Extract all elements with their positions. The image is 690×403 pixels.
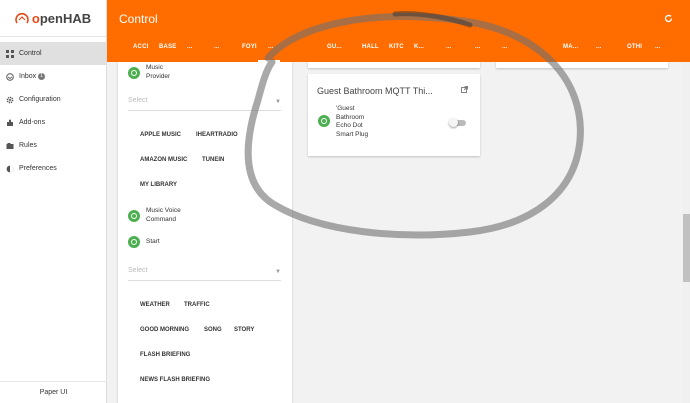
option-chip[interactable]: FLASH BRIEFING (140, 352, 190, 358)
tab-room[interactable]: FOYI (242, 44, 257, 50)
gear-icon (5, 95, 14, 104)
option-chip[interactable]: TRAFFIC (184, 302, 210, 308)
select-placeholder: Select (128, 267, 148, 274)
rules-icon (5, 141, 14, 150)
smart-plug-row: 'Guest Bathroom Echo Dot Smart Plug (318, 105, 376, 139)
item-label: 'Guest Bathroom Echo Dot Smart Plug (336, 105, 369, 138)
sidebar: openHAB Control Inbox 1 Configuration Ad… (0, 0, 107, 403)
dropdown-caret-icon: ▼ (275, 99, 281, 105)
option-chip[interactable]: GOOD MORNING (140, 327, 189, 333)
tab-room[interactable]: ... (187, 44, 193, 50)
switch-on-icon[interactable] (128, 67, 140, 79)
app-header: Control ACCI BASE ... ... FOYI ... GU...… (107, 0, 690, 62)
scrollbar-thumb[interactable] (683, 214, 690, 282)
room-tabs: ACCI BASE ... ... FOYI ... GU... HALL KI… (107, 34, 690, 62)
grid-icon (5, 49, 14, 58)
tab-room[interactable]: BASE (159, 44, 176, 50)
app-window: openHAB Control Inbox 1 Configuration Ad… (0, 0, 690, 403)
sidebar-item-label: Configuration (19, 96, 61, 103)
brand-name: openHAB (31, 10, 92, 26)
option-chip[interactable]: MY LIBRARY (140, 182, 177, 188)
option-chip[interactable]: TUNEIN (202, 157, 224, 163)
tab-room[interactable]: ... (475, 44, 481, 50)
dropdown-caret-icon: ▼ (275, 269, 281, 275)
option-chip[interactable]: STORY (234, 327, 254, 333)
sidebar-item-preferences[interactable]: Preferences (0, 157, 106, 180)
voice-command-select[interactable]: Select ▼ (128, 267, 281, 281)
tab-room[interactable]: HALL (362, 44, 379, 50)
refresh-icon[interactable] (664, 14, 673, 26)
inbox-icon (5, 72, 14, 81)
thing-card-partial (496, 62, 668, 68)
sidebar-item-label: Control (19, 50, 42, 57)
tab-room[interactable]: ... (596, 44, 602, 50)
option-chip[interactable]: APPLE MUSIC (140, 132, 181, 138)
sidebar-item-inbox[interactable]: Inbox 1 (0, 65, 106, 88)
tab-room[interactable]: ACCI (133, 44, 148, 50)
control-content: Music Provider Select ▼ APPLE MUSIC IHEA… (107, 62, 690, 403)
house-icon (15, 11, 29, 25)
openhab-logo[interactable]: openHAB (0, 0, 106, 37)
thing-card-partial (308, 62, 480, 68)
tab-room[interactable]: MA... (563, 44, 578, 50)
tab-room[interactable]: ... (502, 44, 508, 50)
sidebar-item-label: Inbox (19, 73, 37, 80)
sidebar-item-addons[interactable]: Add-ons (0, 111, 106, 134)
sidebar-footer: Paper UI (0, 381, 107, 403)
switch-on-icon[interactable] (128, 210, 140, 222)
tab-room[interactable]: ... (655, 44, 661, 50)
page-scrollbar[interactable] (683, 62, 690, 403)
tab-room[interactable]: GU... (327, 44, 342, 50)
tab-room[interactable]: ... (268, 44, 274, 50)
option-chip[interactable]: NEWS FLASH BRIEFING (140, 377, 210, 383)
smart-plug-toggle[interactable] (449, 118, 466, 127)
tab-room[interactable]: KITC (389, 44, 404, 50)
tab-room[interactable]: OTHI (627, 44, 642, 50)
tab-room[interactable]: K... (414, 44, 424, 50)
switch-on-icon[interactable] (128, 236, 140, 248)
tab-room[interactable]: ... (446, 44, 452, 50)
music-voice-command-row: Music Voice Command (128, 207, 191, 224)
inbox-count-badge: 1 (38, 73, 45, 80)
guest-bathroom-thing-card: Guest Bathroom MQTT Thi... 'Guest Bathro… (308, 74, 480, 156)
sidebar-item-control[interactable]: Control (0, 42, 106, 65)
media-card: Music Provider Select ▼ APPLE MUSIC IHEA… (118, 62, 292, 403)
select-placeholder: Select (128, 97, 148, 104)
item-label: Music Voice Command (146, 207, 181, 223)
tab-room[interactable]: ... (214, 44, 220, 50)
start-row: Start (128, 236, 160, 248)
option-chip[interactable]: SONG (204, 327, 222, 333)
sidebar-item-configuration[interactable]: Configuration (0, 88, 106, 111)
sidebar-item-label: Rules (19, 142, 37, 149)
preferences-icon (5, 164, 14, 173)
item-label: Music Provider (146, 64, 171, 80)
sidebar-item-label: Add-ons (19, 119, 46, 126)
sidebar-item-label: Preferences (19, 165, 57, 172)
card-title: Guest Bathroom MQTT Thi... (317, 86, 433, 96)
switch-on-icon[interactable] (318, 115, 330, 127)
puzzle-icon (5, 118, 14, 127)
sidebar-item-rules[interactable]: Rules (0, 134, 106, 157)
open-external-icon[interactable] (461, 86, 468, 95)
option-chip[interactable]: WEATHER (140, 302, 170, 308)
option-chip[interactable]: AMAZON MUSIC (140, 157, 187, 163)
item-label: Start (146, 238, 160, 245)
page-title: Control (119, 12, 158, 26)
music-provider-select[interactable]: Select ▼ (128, 97, 281, 111)
music-provider-row: Music Provider (128, 64, 186, 81)
option-chip[interactable]: IHEARTRADIO (196, 132, 238, 138)
